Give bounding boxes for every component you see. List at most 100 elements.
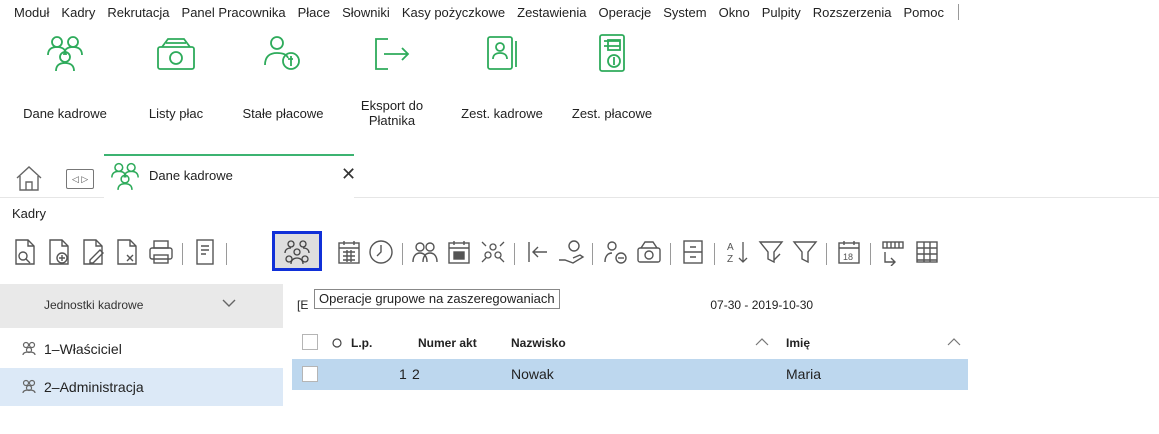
home-icon[interactable] [14,164,44,195]
ribbon-dane-kadrowe-button[interactable]: Dane kadrowe [10,26,120,121]
unit-item-label: 1–Właściciel [44,341,122,357]
menu-slowniki[interactable]: Słowniki [342,5,390,20]
units-panel: Jednostki kadrowe 1–Właściciel 2–Adminis… [0,284,283,434]
grid-icon[interactable] [912,237,942,267]
menu-place[interactable]: Płace [298,5,331,20]
ribbon-eksport-button[interactable]: Eksport do Płatnika [352,26,432,128]
payroll-icon[interactable] [634,237,664,267]
calendar-icon[interactable] [334,237,364,267]
menu-pomoc[interactable]: Pomoc [903,5,943,20]
add-document-icon[interactable] [44,237,74,267]
ribbon: Dane kadrowe Listy płac Stałe płacowe Ek… [0,26,1159,154]
ribbon-zest-kadrowe-label: Zest. kadrowe [461,106,543,121]
menu-separator [957,4,959,20]
toolbar-separator [592,243,593,265]
units-dropdown[interactable]: Jednostki kadrowe [0,284,283,328]
row-checkbox[interactable] [302,366,318,382]
clock-icon[interactable] [366,237,396,267]
ribbon-stale-placowe-button[interactable]: Stałe płacowe [228,26,338,121]
column-o-header[interactable] [332,336,342,350]
units-dropdown-label: Jednostki kadrowe [44,298,144,312]
menu-operacje[interactable]: Operacje [599,5,652,20]
filter-icon[interactable] [790,237,820,267]
id-card-icon [480,26,524,80]
column-numer-akt-header[interactable]: Numer akt [418,336,477,350]
column-nazwisko-header[interactable]: Nazwisko [511,336,566,350]
salary-report-icon [590,26,634,80]
export-arrow-icon [370,26,414,80]
money-icon [154,26,198,80]
menu-kasy-pozyczkowe[interactable]: Kasy pożyczkowe [402,5,505,20]
date-range-value: 07-30 - 2019-10-30 [710,298,814,312]
unit-item-administracja[interactable]: 2–Administracja [0,368,283,406]
menu-pulpity[interactable]: Pulpity [762,5,801,20]
people-small-icon [20,340,38,359]
ribbon-zest-placowe-label: Zest. płacowe [571,106,653,121]
tab-label: Dane kadrowe [149,168,233,183]
toolbar-separator [182,243,183,265]
ribbon-stale-placowe-label: Stałe płacowe [242,106,324,121]
grid-header: L.p. Numer akt Nazwisko Imię [292,327,1159,359]
ribbon-listy-plac-label: Listy płac [148,106,204,121]
preview-document-icon[interactable] [10,237,40,267]
cabinet-icon[interactable] [678,237,708,267]
group-operations-icon[interactable] [282,237,312,267]
group-split-icon[interactable] [478,237,508,267]
date-18-icon[interactable]: 18 [834,237,864,267]
employees-icon[interactable] [410,237,440,267]
ribbon-dane-kadrowe-label: Dane kadrowe [23,106,107,121]
ribbon-eksport-label: Eksport do Płatnika [360,98,424,128]
sort-up-icon [947,335,961,350]
menu-kadry[interactable]: Kadry [61,5,95,20]
menu-system[interactable]: System [663,5,706,20]
toolbar-separator [870,243,871,265]
tab-dane-kadrowe[interactable]: Dane kadrowe ✕ [104,154,356,198]
ribbon-zest-placowe-button[interactable]: Zest. płacowe [562,26,662,121]
toolbar-separator [514,243,515,265]
date-prefix: [E [297,298,309,312]
cell-numer-akt: 2 [412,366,420,382]
unit-item-label: 2–Administracja [44,379,144,395]
svg-text:Z: Z [727,254,733,265]
menu-bar: Moduł Kadry Rekrutacja Panel Pracownika … [0,0,1159,24]
unit-item-wlasciciel[interactable]: 1–Właściciel [0,330,283,368]
column-lp-header[interactable]: L.p. [351,336,372,350]
chevron-down-icon [221,297,237,312]
menu-zestawienia[interactable]: Zestawienia [517,5,586,20]
toolbar-separator [714,243,715,265]
toolbar-separator [826,243,827,265]
sort-up-icon [755,335,769,350]
filter-edit-icon[interactable] [756,237,786,267]
edit-document-icon[interactable] [78,237,108,267]
menu-modul[interactable]: Moduł [14,5,49,20]
person-coin-icon [261,26,305,80]
column-imie-header[interactable]: Imię [786,336,810,350]
section-label: Kadry [12,206,46,221]
print-icon[interactable] [146,237,176,267]
toolbar-separator [226,243,227,265]
columns-icon[interactable] [878,237,908,267]
people-small-icon [20,378,38,397]
ribbon-zest-kadrowe-button[interactable]: Zest. kadrowe [452,26,552,121]
svg-text:A: A [727,242,734,253]
delete-document-icon[interactable] [112,237,142,267]
menu-rozszerzenia[interactable]: Rozszerzenia [813,5,892,20]
hand-coin-icon[interactable] [556,237,586,267]
close-icon[interactable]: ✕ [341,164,356,185]
ribbon-listy-plac-button[interactable]: Listy płac [136,26,216,121]
tab-bar: ◁ ▷ Dane kadrowe ✕ [0,154,1159,198]
person-link-icon[interactable] [600,237,630,267]
sort-az-icon[interactable]: AZ [722,237,752,267]
menu-okno[interactable]: Okno [719,5,750,20]
calendar-grid-icon[interactable] [444,237,474,267]
import-arrow-icon[interactable] [522,237,552,267]
tab-nav-arrows-icon[interactable]: ◁ ▷ [66,169,94,189]
select-all-checkbox[interactable] [302,334,318,350]
menu-panel-pracownika[interactable]: Panel Pracownika [182,5,286,20]
menu-rekrutacja[interactable]: Rekrutacja [107,5,169,20]
report-icon[interactable] [190,237,220,267]
table-row[interactable]: 1 2 Nowak Maria [292,359,968,390]
people-group-icon [108,160,142,195]
tooltip: Operacje grupowe na zaszeregowaniach [314,289,560,309]
toolbar-separator [402,243,403,265]
